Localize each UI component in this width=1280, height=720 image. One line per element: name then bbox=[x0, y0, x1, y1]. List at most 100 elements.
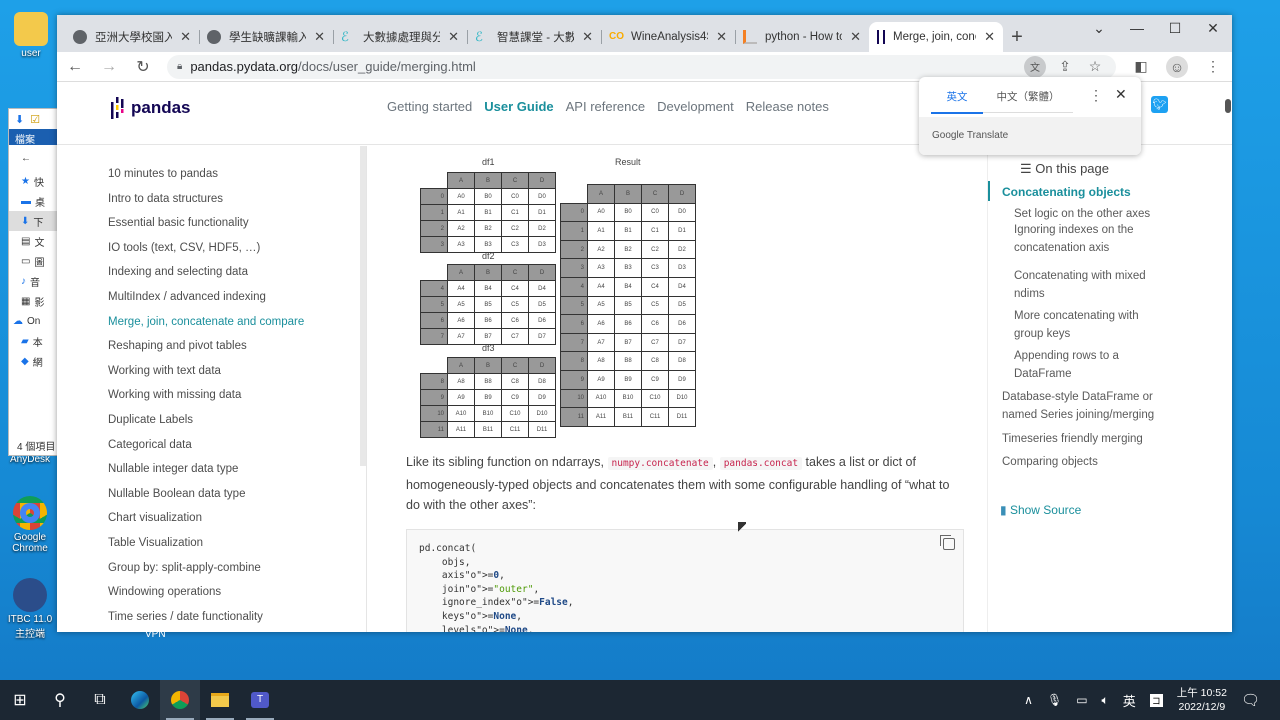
clock[interactable]: 上午 10:52 2022/12/9 bbox=[1177, 686, 1227, 714]
sidebar-item[interactable]: Nullable Boolean data type bbox=[108, 488, 245, 500]
sidebar-item[interactable]: Reshaping and pivot tables bbox=[108, 340, 247, 352]
copy-icon[interactable] bbox=[940, 535, 955, 550]
edge-icon[interactable] bbox=[120, 680, 160, 720]
close-window-button[interactable]: ✕ bbox=[1194, 15, 1232, 41]
numpy-concatenate-link[interactable]: numpy.concatenate bbox=[607, 457, 713, 470]
chrome-taskbar-icon[interactable] bbox=[160, 680, 200, 720]
sidebar-item[interactable]: Merge, join, concatenate and compare bbox=[108, 316, 304, 328]
toc-item[interactable]: Comparing objects bbox=[1002, 453, 1172, 471]
sidebar-item[interactable]: Indexing and selecting data bbox=[108, 266, 248, 278]
desktop-icon-user[interactable]: user bbox=[3, 12, 59, 59]
browser-tab[interactable]: python - How to ✕ bbox=[735, 22, 869, 52]
more-options-icon[interactable]: ⋮ bbox=[1089, 87, 1103, 104]
show-source-link[interactable]: ▮ Show Source bbox=[1000, 501, 1081, 519]
target-language-tab[interactable]: 中文（繁體） bbox=[983, 79, 1073, 113]
task-view-icon[interactable]: ⧉ bbox=[80, 680, 120, 720]
bookmark-star-icon[interactable]: ☆ bbox=[1084, 56, 1106, 78]
file-explorer-window[interactable]: ⬇ ☑ 檔案 ← ★ 快 ▬ 桌 ⬇ 下 ▤ 文 ▭ 圖 ♪ 音 ▦ 影 ☁ On ▰ 本 ◆ 網 4… bbox=[8, 108, 58, 456]
browser-tab[interactable]: 學生缺曠課輸入 ✕ bbox=[199, 22, 333, 52]
close-tab-icon[interactable]: ✕ bbox=[180, 29, 191, 45]
sidebar-item[interactable]: MultiIndex / advanced indexing bbox=[108, 291, 266, 303]
chrome-menu-icon[interactable]: ⋮ bbox=[1202, 56, 1224, 78]
close-tab-icon[interactable]: ✕ bbox=[850, 29, 861, 45]
sidebar-item[interactable]: Duplicate Labels bbox=[108, 414, 193, 426]
new-tab-button[interactable]: + bbox=[1003, 22, 1031, 52]
sidebar-item[interactable]: Intro to data structures bbox=[108, 193, 223, 205]
nav-videos[interactable]: ▦ 影 bbox=[9, 291, 57, 311]
pandas-logo[interactable]: pandas bbox=[111, 97, 191, 119]
toc-item[interactable]: Timeseries friendly merging bbox=[1002, 430, 1172, 448]
nav-documents[interactable]: ▤ 文 bbox=[9, 231, 57, 251]
back-button[interactable]: ← bbox=[65, 58, 85, 76]
desktop-icon-chrome[interactable]: Google Chrome bbox=[2, 496, 58, 554]
desktop-icon-itbc[interactable]: ITBC 11.0 主控端 bbox=[2, 578, 58, 640]
sidebar-item[interactable]: IO tools (text, CSV, HDF5, …) bbox=[108, 242, 260, 254]
toc-item[interactable]: Concatenating objects bbox=[1002, 183, 1172, 201]
source-language-tab[interactable]: 英文 bbox=[931, 79, 983, 114]
reload-button[interactable]: ↻ bbox=[133, 57, 153, 77]
browser-tab-active[interactable]: Merge, join, conc ✕ bbox=[869, 22, 1003, 52]
teams-icon[interactable]: T bbox=[240, 680, 280, 720]
file-explorer-icon[interactable] bbox=[200, 680, 240, 720]
sidebar-item[interactable]: Categorical data bbox=[108, 439, 192, 451]
twitter-icon[interactable]: 🐦︎ bbox=[1151, 96, 1168, 113]
volume-icon[interactable]: 🔈︎ bbox=[1102, 693, 1109, 708]
nav-onedrive[interactable]: ☁ On bbox=[9, 311, 57, 331]
toc-item[interactable]: Concatenating with mixed ndims bbox=[1014, 267, 1154, 303]
microphone-icon[interactable]: 🎙︎ bbox=[1047, 693, 1062, 707]
ime-mode-icon[interactable]: コ bbox=[1149, 693, 1163, 707]
close-popup-icon[interactable]: ✕ bbox=[1115, 86, 1127, 103]
nav-downloads[interactable]: ⬇ 下 bbox=[9, 211, 57, 231]
toc-item[interactable]: Ignoring indexes on the concatenation ax… bbox=[1014, 221, 1154, 257]
sidebar-item[interactable]: Essential basic functionality bbox=[108, 217, 249, 229]
browser-tab[interactable]: ℰ智慧課堂 - 大數據✕ bbox=[467, 22, 601, 52]
toc-item[interactable]: Database-style DataFrame or named Series… bbox=[1002, 388, 1172, 424]
ime-indicator[interactable]: 英 bbox=[1123, 691, 1136, 710]
sidebar-item[interactable]: Working with text data bbox=[108, 365, 221, 377]
start-button[interactable]: ⊞ bbox=[0, 680, 40, 720]
minimize-button[interactable]: — bbox=[1118, 15, 1156, 41]
maximize-button[interactable]: ☐ bbox=[1156, 15, 1194, 41]
tab-search-icon[interactable]: ⌄ bbox=[1080, 15, 1118, 41]
side-panel-icon[interactable]: ◧ bbox=[1130, 56, 1152, 78]
share-icon[interactable]: ⇪ bbox=[1054, 56, 1076, 78]
nav-quick-access[interactable]: ★ 快 bbox=[9, 171, 57, 191]
sidebar-item[interactable]: Windowing operations bbox=[108, 586, 221, 598]
sidebar-item[interactable]: Nullable integer data type bbox=[108, 463, 238, 475]
close-tab-icon[interactable]: ✕ bbox=[716, 29, 727, 45]
translate-icon[interactable]: 文 bbox=[1024, 55, 1046, 78]
nav-development[interactable]: Development bbox=[657, 99, 734, 114]
show-hidden-icons[interactable]: ∧ bbox=[1024, 693, 1033, 707]
forward-button[interactable]: → bbox=[99, 58, 119, 76]
close-tab-icon[interactable]: ✕ bbox=[582, 29, 593, 45]
scrollbar-thumb[interactable] bbox=[1225, 99, 1231, 113]
notification-icon[interactable]: 🗨︎ bbox=[1241, 691, 1260, 709]
sidebar-item[interactable]: 10 minutes to pandas bbox=[108, 168, 218, 180]
nav-music[interactable]: ♪ 音 bbox=[9, 271, 57, 291]
nav-pictures[interactable]: ▭ 圖 bbox=[9, 251, 57, 271]
nav-network[interactable]: ◆ 網 bbox=[9, 351, 57, 371]
sidebar-item[interactable]: Time series / date functionality bbox=[108, 611, 263, 623]
nav-release-notes[interactable]: Release notes bbox=[746, 99, 829, 114]
nav-user-guide[interactable]: User Guide bbox=[484, 99, 553, 114]
nav-getting-started[interactable]: Getting started bbox=[387, 99, 472, 114]
browser-tab[interactable]: 亞洲大學校園入口✕ bbox=[65, 22, 199, 52]
sidebar-scrollbar[interactable] bbox=[360, 146, 366, 466]
close-tab-icon[interactable]: ✕ bbox=[314, 29, 325, 45]
close-tab-icon[interactable]: ✕ bbox=[984, 29, 995, 45]
profile-avatar[interactable]: ☺ bbox=[1166, 55, 1188, 78]
close-tab-icon[interactable]: ✕ bbox=[448, 29, 459, 45]
toc-item[interactable]: More concatenating with group keys bbox=[1014, 307, 1154, 343]
sidebar-item[interactable]: Working with missing data bbox=[108, 389, 241, 401]
browser-tab[interactable]: ℰ大數據處理與分析✕ bbox=[333, 22, 467, 52]
toc-item[interactable]: Appending rows to a DataFrame bbox=[1014, 347, 1154, 383]
file-ribbon-tab[interactable]: 檔案 bbox=[9, 129, 57, 146]
sidebar-item[interactable]: Table Visualization bbox=[108, 537, 203, 549]
back-arrow[interactable]: ← bbox=[9, 145, 57, 171]
nav-desktop[interactable]: ▬ 桌 bbox=[9, 191, 57, 211]
network-icon[interactable]: ▭ bbox=[1076, 693, 1087, 707]
sidebar-item[interactable]: Group by: split-apply-combine bbox=[108, 562, 261, 574]
nav-api-reference[interactable]: API reference bbox=[566, 99, 646, 114]
pandas-concat-link[interactable]: pandas.concat bbox=[719, 457, 803, 470]
sidebar-item[interactable]: Chart visualization bbox=[108, 512, 202, 524]
